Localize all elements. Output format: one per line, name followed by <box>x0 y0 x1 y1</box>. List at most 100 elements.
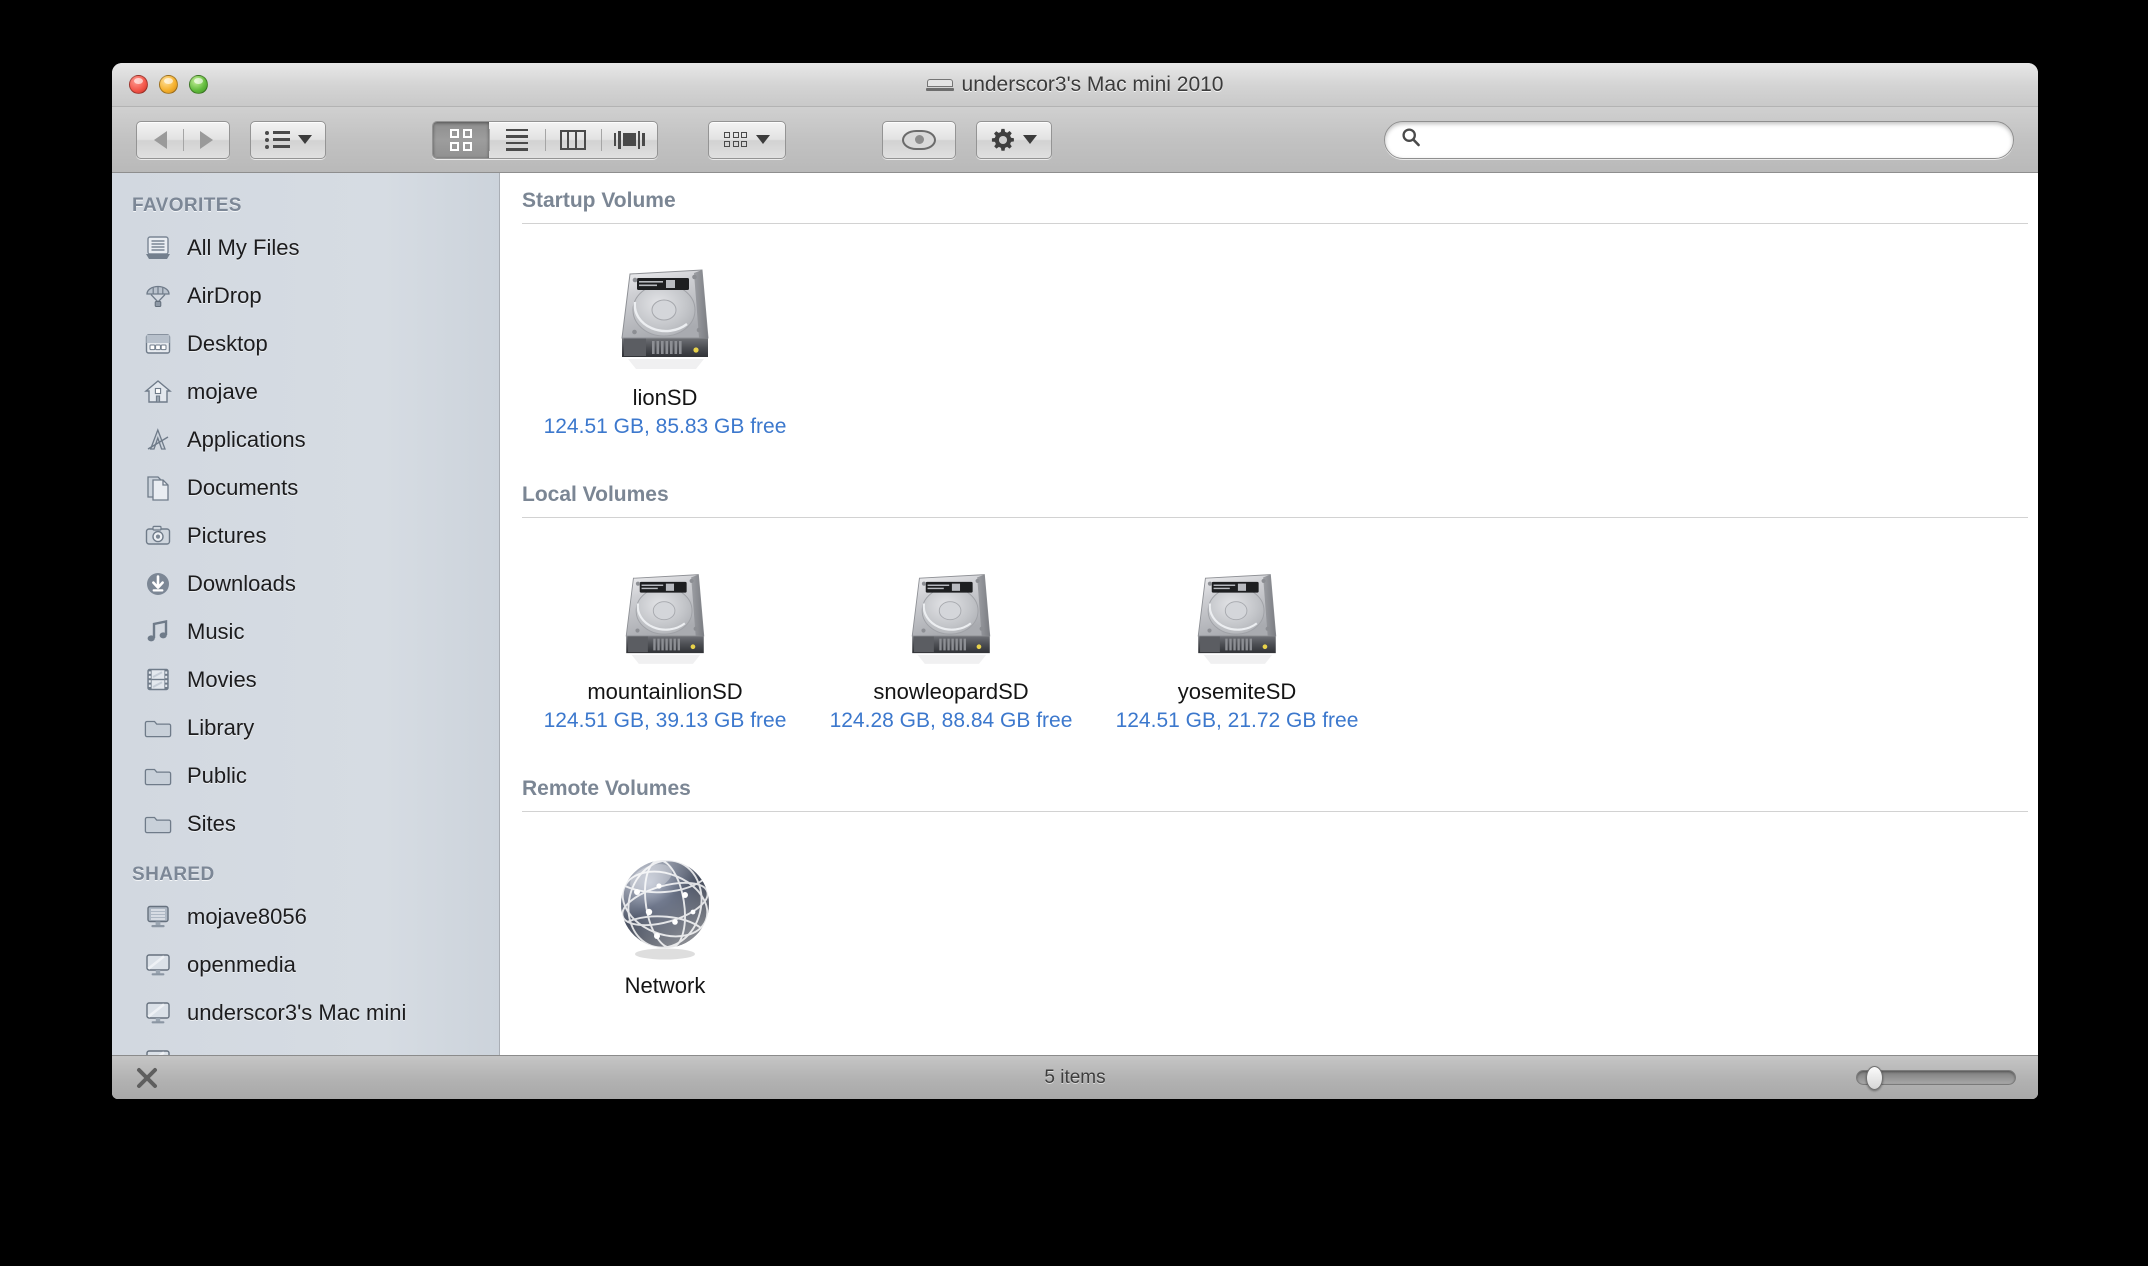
window-title: underscor3's Mac mini 2010 <box>112 73 2038 97</box>
folder-icon <box>142 713 174 743</box>
action-menu-group[interactable] <box>976 120 1052 159</box>
group-by-button[interactable] <box>709 122 785 158</box>
view-coverflow-button[interactable] <box>601 122 657 158</box>
sidebar-item-airdrop[interactable]: AirDrop <box>112 272 499 320</box>
hard-drive-icon <box>896 544 1006 672</box>
sidebar-item-all-my-files[interactable]: All My Files <box>112 224 499 272</box>
group-header-local-volumes: Local Volumes <box>522 483 669 506</box>
back-button[interactable] <box>137 122 183 158</box>
sidebar-item-library[interactable]: Library <box>112 704 499 752</box>
sidebar-item-label: underscor3's Mac mini <box>187 1000 407 1025</box>
icon-grid-local-volumes: mountainlionSD 124.51 GB, 39.13 GB free <box>500 518 2038 761</box>
sidebar[interactable]: FAVORITES All My Files AirDrop Desktop m… <box>112 173 500 1055</box>
folder-icon <box>142 761 174 791</box>
volume-item-lionsd[interactable]: lionSD 124.51 GB, 85.83 GB free <box>522 250 808 439</box>
desktop-background: underscor3's Mac mini 2010 FAVORITES All… <box>0 0 2148 1266</box>
toolbar <box>112 107 2038 173</box>
volume-capacity: 124.51 GB, 85.83 GB free <box>543 415 787 438</box>
sidebar-item-downloads[interactable]: Downloads <box>112 560 499 608</box>
zoom-button[interactable] <box>189 75 208 94</box>
volume-capacity: 124.28 GB, 88.84 GB free <box>829 709 1073 732</box>
volume-item-mountainlionsd[interactable]: mountainlionSD 124.51 GB, 39.13 GB free <box>522 544 808 733</box>
gear-icon <box>991 128 1015 152</box>
file-browser-content[interactable]: Startup Volume lionSD 124.51 GB, 85.83 G… <box>500 173 2038 1055</box>
chevron-down-icon <box>756 135 770 144</box>
grid-rows-icon <box>724 132 747 147</box>
sidebar-item-label: Music <box>187 619 245 644</box>
sidebar-item-label: Applications <box>187 427 306 452</box>
arrange-dropdown[interactable] <box>250 120 326 159</box>
view-column-button[interactable] <box>545 122 601 158</box>
sidebar-item-label: Downloads <box>187 571 296 596</box>
group-by-dropdown[interactable] <box>708 120 786 159</box>
desktop-icon <box>142 329 174 359</box>
volume-name: mountainlionSD <box>587 679 743 704</box>
volume-capacity: 124.51 GB, 39.13 GB free <box>543 709 787 732</box>
sidebar-item-partially-visible[interactable] <box>112 1037 499 1055</box>
volume-capacity: 124.51 GB, 21.72 GB free <box>1115 709 1359 732</box>
status-bar: 5 items <box>112 1055 2038 1099</box>
sidebar-item-applications[interactable]: Applications <box>112 416 499 464</box>
sidebar-item-label: Desktop <box>187 331 268 356</box>
search-input[interactable] <box>1430 129 1999 150</box>
close-x-icon[interactable] <box>134 1065 160 1091</box>
sidebar-item-label: Pictures <box>187 523 267 548</box>
sidebar-item-sites[interactable]: Sites <box>112 800 499 848</box>
title-bar[interactable]: underscor3's Mac mini 2010 <box>112 63 2038 107</box>
slider-knob[interactable] <box>1866 1065 1883 1090</box>
sidebar-item-mojave8056[interactable]: mojave8056 <box>112 893 499 941</box>
sidebar-item-pictures[interactable]: Pictures <box>112 512 499 560</box>
grid-icon <box>450 128 472 151</box>
applications-icon <box>142 425 174 455</box>
search-icon <box>1401 127 1421 152</box>
sidebar-item-documents[interactable]: Documents <box>112 464 499 512</box>
search-container <box>1384 120 2014 159</box>
view-icon-button[interactable] <box>433 121 489 158</box>
window-controls <box>129 75 208 94</box>
volume-name: lionSD <box>632 385 698 410</box>
navigation-buttons <box>136 120 230 159</box>
sidebar-item-desktop[interactable]: Desktop <box>112 320 499 368</box>
icon-grid-remote-volumes: Network <box>500 812 2038 1031</box>
finder-window: underscor3's Mac mini 2010 FAVORITES All… <box>112 63 2038 1099</box>
sidebar-item-openmedia[interactable]: openmedia <box>112 941 499 989</box>
sidebar-section-header-favorites: FAVORITES <box>132 195 242 216</box>
list-icon <box>264 130 290 149</box>
arrange-button[interactable] <box>251 122 325 158</box>
icon-size-slider[interactable] <box>1856 1065 2016 1090</box>
action-menu-button[interactable] <box>977 122 1051 158</box>
group-header-remote-volumes: Remote Volumes <box>522 777 691 800</box>
quick-look-button[interactable] <box>883 122 955 158</box>
window-body: FAVORITES All My Files AirDrop Desktop m… <box>112 173 2038 1055</box>
pictures-icon <box>142 521 174 551</box>
view-list-button[interactable] <box>489 122 545 158</box>
sidebar-item-mojave-home[interactable]: mojave <box>112 368 499 416</box>
chevron-down-icon <box>1023 135 1037 144</box>
sidebar-item-movies[interactable]: Movies <box>112 656 499 704</box>
shared-display-icon <box>142 950 174 980</box>
volume-item-network[interactable]: Network <box>522 838 808 1003</box>
volume-item-yosemitesd[interactable]: yosemiteSD 124.51 GB, 21.72 GB free <box>1094 544 1380 733</box>
documents-icon <box>142 473 174 503</box>
hard-drive-icon <box>610 544 720 672</box>
sidebar-item-label: Public <box>187 763 247 788</box>
sidebar-item-label: Documents <box>187 475 299 500</box>
minimize-button[interactable] <box>159 75 178 94</box>
volume-item-snowleopardsd[interactable]: snowleopardSD 124.28 GB, 88.84 GB free <box>808 544 1094 733</box>
network-globe-icon <box>607 838 723 966</box>
quick-look-button-group[interactable] <box>882 120 956 159</box>
sidebar-item-music[interactable]: Music <box>112 608 499 656</box>
close-button[interactable] <box>129 75 148 94</box>
columns-icon <box>560 129 586 150</box>
sidebar-section-header-shared: SHARED <box>132 864 215 885</box>
hard-drive-icon <box>1182 544 1292 672</box>
sidebar-item-underscor3s-mac-mini[interactable]: underscor3's Mac mini <box>112 989 499 1037</box>
view-mode-segmented-control <box>432 120 658 159</box>
search-field[interactable] <box>1384 120 2014 159</box>
downloads-icon <box>142 569 174 599</box>
sidebar-item-public[interactable]: Public <box>112 752 499 800</box>
forward-button[interactable] <box>183 122 229 158</box>
music-icon <box>142 617 174 647</box>
group-header-startup-volume: Startup Volume <box>522 189 676 212</box>
sidebar-item-label: Library <box>187 715 255 740</box>
